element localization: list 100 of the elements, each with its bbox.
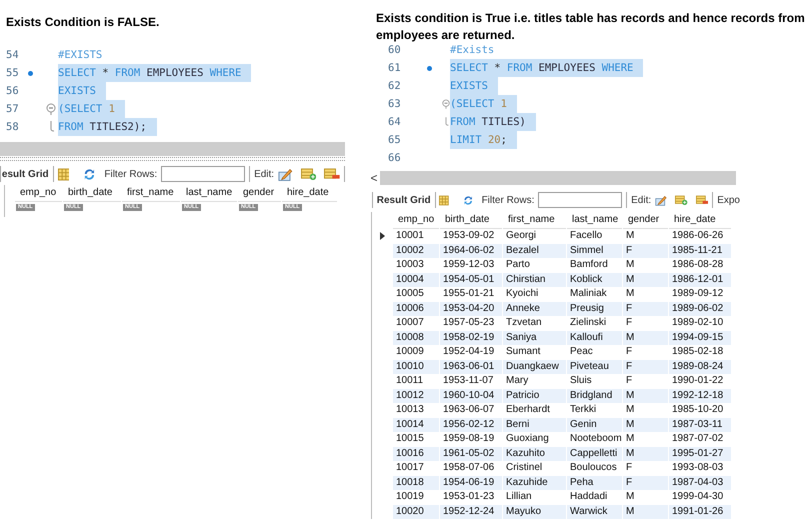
table-cell: 1987-03-11	[669, 418, 731, 432]
table-cell: F	[623, 244, 668, 258]
table-cell: Kalloufi	[567, 330, 622, 345]
table-cell: 1989-08-24	[669, 360, 731, 374]
add-row-icon[interactable]	[675, 194, 688, 206]
column-header[interactable]: hire_date	[282, 185, 337, 202]
table-cell: Peha	[567, 476, 622, 490]
table-cell: Patricio	[503, 388, 566, 403]
table-cell: 1985-11-21	[669, 244, 731, 258]
fold-toggle-icon[interactable]	[46, 103, 56, 115]
table-cell: Duangkaew	[503, 360, 566, 374]
table-cell: 1954-06-19	[440, 476, 502, 490]
panel-heading: Exists Condition is FALSE.	[6, 14, 160, 31]
table-cell: Simmel	[567, 244, 622, 258]
export-label[interactable]: Expo	[717, 194, 740, 206]
table-cell: 1987-04-03	[669, 476, 731, 490]
table-cell: 1952-12-24	[440, 504, 502, 519]
horizontal-scrollbar[interactable]: <	[368, 171, 736, 185]
table-cell: 1963-06-01	[440, 360, 502, 374]
table-cell: Mayuko	[503, 504, 566, 519]
delete-row-icon[interactable]	[696, 194, 708, 206]
table-cell: Kazuhide	[503, 476, 566, 490]
table-cell: 10018	[393, 476, 439, 490]
table-cell: F	[623, 302, 668, 316]
table-cell: 10002	[393, 244, 439, 258]
column-grid-icon[interactable]	[439, 194, 450, 206]
table-cell: Bezalel	[503, 244, 566, 258]
table-cell: 1986-12-01	[669, 272, 731, 287]
table-cell: Berni	[503, 418, 566, 432]
table-cell: M	[623, 504, 668, 519]
refresh-icon[interactable]	[463, 194, 474, 206]
column-header[interactable]: first_name	[122, 185, 180, 202]
table-cell: Piveteau	[567, 360, 622, 374]
table-cell: 1964-06-02	[440, 244, 502, 258]
result-grid-tab[interactable]: esult Grid	[2, 168, 49, 180]
table-cell: 10010	[393, 360, 439, 374]
table-cell: 1961-05-02	[440, 446, 502, 461]
column-header[interactable]: last_name	[567, 212, 622, 229]
line-number: 56	[5, 85, 20, 97]
table-cell: 10020	[393, 504, 439, 519]
table-cell: 1958-02-19	[440, 330, 502, 345]
table-cell: Anneke	[503, 302, 566, 316]
table-cell: 1956-02-12	[440, 418, 502, 432]
column-header[interactable]: gender	[238, 185, 281, 202]
table-cell: M	[623, 330, 668, 345]
table-cell: 1995-01-27	[669, 446, 731, 461]
panel-heading: Exists condition is True i.e. titles table has records and hence records from employees are returned.	[376, 10, 806, 44]
table-cell: 1960-10-04	[440, 388, 502, 403]
table-cell: M	[623, 272, 668, 287]
table-cell: 10012	[393, 388, 439, 403]
table-cell: Saniya	[503, 330, 566, 345]
table-cell: Preusig	[567, 302, 622, 316]
table-cell: 1989-06-02	[669, 302, 731, 316]
line-number: 64	[387, 116, 402, 128]
table-cell: Bridgland	[567, 388, 622, 403]
table-cell: Cappelletti	[567, 446, 622, 461]
table-cell: M	[623, 446, 668, 461]
table-cell: 10014	[393, 418, 439, 432]
line-number: 62	[387, 80, 402, 92]
table-cell: 10004	[393, 272, 439, 287]
result-grid-tab[interactable]: Result Grid	[376, 194, 431, 206]
delete-row-icon[interactable]	[324, 168, 340, 180]
fold-toggle-icon[interactable]	[442, 98, 450, 110]
add-row-icon[interactable]	[300, 168, 316, 180]
filter-rows-field[interactable]	[538, 192, 622, 208]
line-number: 65	[387, 134, 402, 146]
column-header[interactable]: last_name	[181, 185, 237, 202]
column-header[interactable]: gender	[623, 212, 668, 229]
table-cell: Genin	[567, 418, 622, 432]
table-cell: 1954-05-01	[440, 272, 502, 287]
line-number: 57	[5, 103, 20, 115]
table-cell: Koblick	[567, 272, 622, 287]
table-cell: 10006	[393, 302, 439, 316]
filter-rows-field[interactable]	[161, 166, 246, 182]
scroll-left-button[interactable]: <	[368, 171, 380, 185]
line-number: 54	[5, 49, 20, 61]
edit-label: Edit:	[254, 168, 274, 180]
table-cell: Kazuhito	[503, 446, 566, 461]
table-cell: Warwick	[567, 504, 622, 519]
code-line: #Exists	[450, 43, 496, 58]
table-cell: F	[623, 360, 668, 374]
filter-rows-label: Filter Rows:	[482, 194, 534, 206]
table-cell: 10016	[393, 446, 439, 461]
code-line: #EXISTS	[58, 48, 104, 63]
column-header[interactable]: first_name	[503, 212, 566, 229]
column-grid-icon[interactable]	[58, 168, 70, 180]
line-number: 63	[387, 98, 402, 110]
column-header[interactable]: birth_date	[63, 185, 121, 202]
horizontal-scrollbar[interactable]	[0, 142, 345, 156]
table-cell: M	[623, 388, 668, 403]
table-cell: F	[623, 476, 668, 490]
column-header[interactable]: hire_date	[669, 212, 731, 229]
table-cell: M	[623, 418, 668, 432]
line-number: 58	[5, 121, 20, 133]
table-cell: 1991-01-26	[669, 504, 731, 519]
column-header[interactable]: birth_date	[440, 212, 502, 229]
edit-pencil-icon[interactable]	[278, 166, 293, 182]
table-cell: Chirstian	[503, 272, 566, 287]
table-cell: 1992-12-18	[669, 388, 731, 403]
refresh-icon[interactable]	[83, 168, 96, 180]
